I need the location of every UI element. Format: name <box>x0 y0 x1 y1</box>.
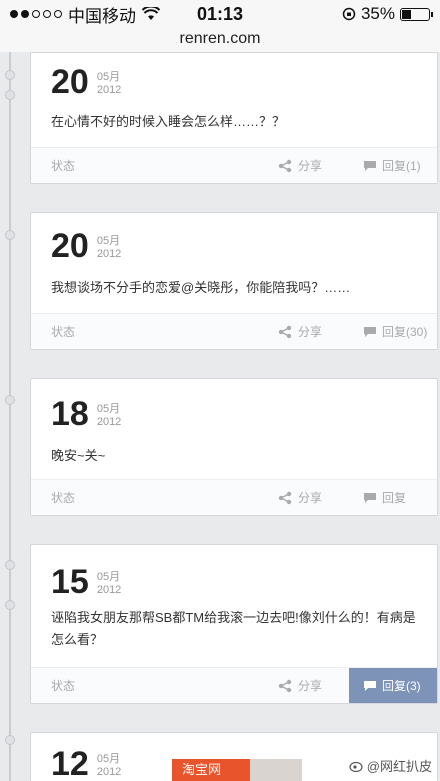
share-button[interactable]: 分享 <box>277 489 349 506</box>
battery-percent: 35% <box>360 4 395 23</box>
post-date: 05月 2012 <box>96 71 122 96</box>
post-footer: 状态 分享 回复 <box>31 479 437 515</box>
post-date: 05月 2012 <box>96 235 122 260</box>
status-label: 状态 <box>51 679 76 693</box>
weibo-icon <box>349 761 363 772</box>
share-button[interactable]: 分享 <box>277 323 349 340</box>
post-content: 我想谈场不分手的恋爱@关晓彤，你能陪我吗？…… <box>51 280 351 295</box>
ad-thumbnail <box>250 759 302 781</box>
share-label: 分享 <box>298 325 323 339</box>
reply-button-active[interactable]: 回复(3) <box>349 668 437 703</box>
post-day: 20 <box>51 63 89 101</box>
battery-icon <box>400 7 433 21</box>
timeline-dot <box>5 230 15 240</box>
reply-label: 回复(3) <box>382 679 421 693</box>
status-bar: 中国移动 01:13 35% <box>0 0 440 28</box>
post-day: 12 <box>51 745 89 781</box>
post-day: 15 <box>51 563 89 601</box>
share-label: 分享 <box>298 159 323 173</box>
carrier-name: 中国移动 <box>68 6 136 26</box>
share-icon <box>278 159 292 172</box>
comment-icon <box>364 680 376 691</box>
reply-label: 回复(1) <box>382 159 421 173</box>
post-day: 20 <box>51 227 89 265</box>
share-button[interactable]: 分享 <box>277 677 349 694</box>
post-date: 05月 2012 <box>96 403 122 428</box>
reply-label: 回复 <box>382 491 407 505</box>
comment-icon <box>364 160 376 171</box>
post-date: 05月 2012 <box>96 753 122 778</box>
timeline-dot <box>5 395 15 405</box>
reply-button[interactable]: 回复(30) <box>349 314 437 349</box>
share-icon <box>278 491 292 504</box>
post-footer: 状态 分享 回复(1) <box>31 147 437 183</box>
comment-icon <box>364 326 376 337</box>
carrier-signal: 中国移动 <box>10 2 160 27</box>
share-button[interactable]: 分享 <box>277 157 349 174</box>
post-date: 05月 2012 <box>96 571 122 596</box>
status-label: 状态 <box>51 325 76 339</box>
post-content: 晚安~关~ <box>51 448 106 463</box>
orientation-lock-icon <box>342 7 356 21</box>
timeline-dot <box>5 600 15 610</box>
post-footer: 状态 分享 回复(30) <box>31 313 437 349</box>
timeline-dot <box>5 90 15 100</box>
source-label: @网红扒皮 <box>366 759 432 774</box>
post-day: 18 <box>51 395 89 433</box>
post-card: 18 05月 2012 晚安~关~ 状态 分享 回复 <box>30 378 438 516</box>
post-card: 20 05月 2012 在心情不好的时候入睡会怎么样……？？ 状态 分享 回复(1… <box>30 52 438 184</box>
status-label: 状态 <box>51 159 76 173</box>
comment-icon <box>364 492 376 503</box>
share-label: 分享 <box>298 679 323 693</box>
share-icon <box>278 325 292 338</box>
share-label: 分享 <box>298 491 323 505</box>
reply-label: 回复(30) <box>382 325 428 339</box>
status-label: 状态 <box>51 491 76 505</box>
reply-button[interactable]: 回复(1) <box>349 148 437 183</box>
post-card: 20 05月 2012 我想谈场不分手的恋爱@关晓彤，你能陪我吗？…… 状态 分享… <box>30 212 438 350</box>
timeline-dot <box>5 735 15 745</box>
post-card: 15 05月 2012 诬陷我女朋友那帮SB都TM给我滚一边去吧!像刘什么的！有病… <box>30 544 438 704</box>
timeline-dot <box>5 70 15 80</box>
source-watermark: @网红扒皮 <box>349 756 432 775</box>
share-icon <box>278 679 292 692</box>
post-footer: 状态 分享 回复(3) <box>31 667 437 703</box>
signal-strength-icon <box>10 10 62 18</box>
wifi-icon <box>142 7 160 20</box>
reply-button[interactable]: 回复 <box>349 480 437 515</box>
timeline-line <box>9 52 11 781</box>
timeline-dot <box>5 560 15 570</box>
url-bar[interactable]: renren.com <box>0 28 440 52</box>
post-content: 诬陷我女朋友那帮SB都TM给我滚一边去吧!像刘什么的！有病是怎么看？ <box>51 610 416 647</box>
post-content: 在心情不好的时候入睡会怎么样……？？ <box>51 114 286 129</box>
